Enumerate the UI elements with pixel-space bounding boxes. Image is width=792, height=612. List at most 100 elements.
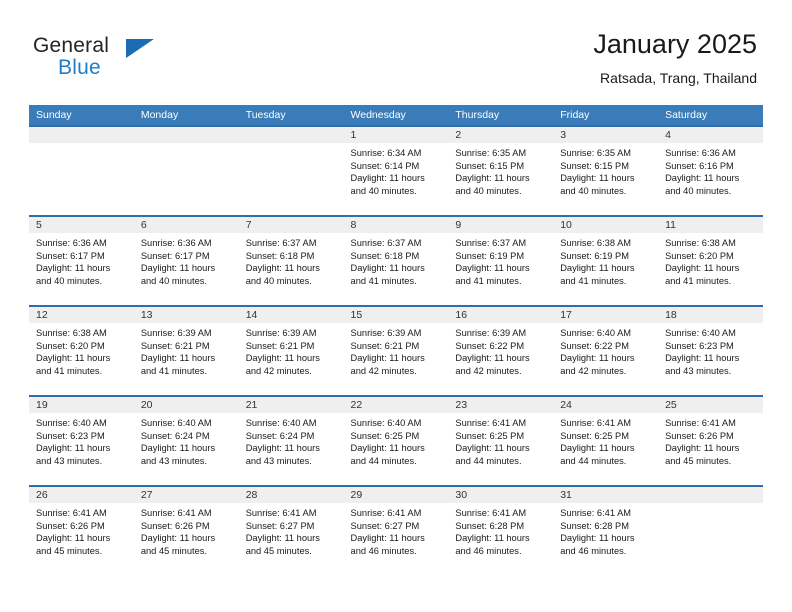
sunrise-time: Sunrise: 6:41 AM (665, 418, 736, 428)
sunrise-time: Sunrise: 6:39 AM (455, 328, 527, 338)
day-number: 21 (245, 399, 258, 411)
calendar-day-cell[interactable]: 8 Sunrise: 6:37 AM Sunset: 6:18 PM Daylight… (343, 215, 449, 305)
day-number: 11 (665, 219, 676, 231)
day-sun-info: Sunrise: 6:40 AM Sunset: 6:23 PM Daylight:… (658, 323, 763, 377)
sunrise-time: Sunrise: 6:40 AM (36, 418, 107, 428)
day-number: 25 (665, 399, 677, 411)
day-number-band: 14 (238, 307, 344, 323)
day-number: 23 (455, 399, 468, 411)
day-number: 10 (560, 219, 572, 231)
calendar-day-cell[interactable]: 6 Sunrise: 6:36 AM Sunset: 6:17 PM Daylight… (133, 215, 239, 305)
day-sun-info: Sunrise: 6:40 AM Sunset: 6:23 PM Daylight:… (29, 413, 134, 467)
day-sun-info: Sunrise: 6:38 AM Sunset: 6:20 PM Daylight:… (29, 323, 134, 377)
sunset-time: Sunset: 6:19 PM (455, 250, 525, 261)
daylight-duration-line2: and 45 minutes. (36, 545, 103, 556)
sunrise-time: Sunrise: 6:39 AM (350, 328, 422, 338)
calendar-day-cell[interactable]: 17 Sunrise: 6:40 AM Sunset: 6:22 PM Dayligh… (553, 305, 659, 395)
calendar-day-cell[interactable]: 25 Sunrise: 6:41 AM Sunset: 6:26 PM Dayligh… (658, 395, 763, 485)
day-number-band (29, 127, 134, 143)
day-number-band: 13 (133, 307, 239, 323)
day-sun-info: Sunrise: 6:40 AM Sunset: 6:22 PM Daylight:… (553, 323, 658, 377)
daylight-duration-line2: and 43 minutes. (665, 365, 732, 376)
calendar-day-cell[interactable]: 28 Sunrise: 6:41 AM Sunset: 6:27 PM Dayligh… (238, 485, 344, 575)
calendar-day-cell-empty (658, 485, 763, 575)
calendar-day-cell[interactable]: 1 Sunrise: 6:34 AM Sunset: 6:14 PM Daylight… (343, 125, 449, 215)
calendar-day-cell[interactable]: 9 Sunrise: 6:37 AM Sunset: 6:19 PM Daylight… (448, 215, 554, 305)
daylight-duration-line2: and 46 minutes. (350, 545, 417, 556)
daylight-duration-line2: and 45 minutes. (665, 455, 732, 466)
day-sun-info (239, 143, 344, 147)
calendar-day-cell[interactable]: 24 Sunrise: 6:41 AM Sunset: 6:25 PM Dayligh… (553, 395, 659, 485)
calendar-day-cell[interactable]: 29 Sunrise: 6:41 AM Sunset: 6:27 PM Dayligh… (343, 485, 449, 575)
sunrise-time: Sunrise: 6:40 AM (245, 418, 317, 428)
calendar-day-cell[interactable]: 30 Sunrise: 6:41 AM Sunset: 6:28 PM Dayligh… (448, 485, 554, 575)
calendar-day-cell[interactable]: 7 Sunrise: 6:37 AM Sunset: 6:18 PM Daylight… (238, 215, 344, 305)
sunrise-time: Sunrise: 6:38 AM (665, 238, 736, 248)
sunset-time: Sunset: 6:21 PM (140, 340, 210, 351)
daylight-duration-line2: and 41 minutes. (140, 365, 207, 376)
day-number: 20 (140, 399, 153, 411)
sunset-time: Sunset: 6:28 PM (455, 520, 525, 531)
calendar-day-cell[interactable]: 20 Sunrise: 6:40 AM Sunset: 6:24 PM Dayligh… (133, 395, 239, 485)
calendar-day-cell[interactable]: 10 Sunrise: 6:38 AM Sunset: 6:19 PM Dayligh… (553, 215, 659, 305)
calendar-day-cell[interactable]: 19 Sunrise: 6:40 AM Sunset: 6:23 PM Dayligh… (29, 395, 134, 485)
calendar-day-cell[interactable]: 12 Sunrise: 6:38 AM Sunset: 6:20 PM Dayligh… (29, 305, 134, 395)
calendar-day-cell[interactable]: 3 Sunrise: 6:35 AM Sunset: 6:15 PM Daylight… (553, 125, 659, 215)
daylight-duration-line2: and 45 minutes. (245, 545, 312, 556)
day-sun-info: Sunrise: 6:39 AM Sunset: 6:21 PM Daylight:… (134, 323, 239, 377)
day-number-band: 28 (238, 487, 344, 503)
day-sun-info: Sunrise: 6:34 AM Sunset: 6:14 PM Daylight:… (344, 143, 449, 197)
calendar-day-cell[interactable]: 26 Sunrise: 6:41 AM Sunset: 6:26 PM Dayligh… (29, 485, 134, 575)
daylight-duration-line1: Daylight: 11 hours (455, 533, 530, 544)
day-number-band: 8 (343, 217, 449, 233)
calendar-day-cell[interactable]: 21 Sunrise: 6:40 AM Sunset: 6:24 PM Dayligh… (238, 395, 344, 485)
calendar-day-cell[interactable]: 5 Sunrise: 6:36 AM Sunset: 6:17 PM Daylight… (29, 215, 134, 305)
sunrise-time: Sunrise: 6:40 AM (350, 418, 422, 428)
day-number-band: 30 (448, 487, 554, 503)
day-number-band: 20 (133, 397, 239, 413)
day-sun-info: Sunrise: 6:38 AM Sunset: 6:20 PM Daylight:… (658, 233, 763, 287)
brand-name-blue: Blue (58, 56, 101, 79)
calendar-day-cell[interactable]: 13 Sunrise: 6:39 AM Sunset: 6:21 PM Dayligh… (133, 305, 239, 395)
calendar-day-cell[interactable]: 16 Sunrise: 6:39 AM Sunset: 6:22 PM Dayligh… (448, 305, 554, 395)
day-number-band: 6 (133, 217, 239, 233)
day-sun-info: Sunrise: 6:41 AM Sunset: 6:26 PM Daylight:… (29, 503, 134, 557)
calendar-day-cell-empty (133, 125, 239, 215)
calendar-day-cell[interactable]: 18 Sunrise: 6:40 AM Sunset: 6:23 PM Dayligh… (658, 305, 763, 395)
day-sun-info: Sunrise: 6:40 AM Sunset: 6:24 PM Daylight:… (239, 413, 344, 467)
calendar-day-cell[interactable]: 4 Sunrise: 6:36 AM Sunset: 6:16 PM Daylight… (658, 125, 763, 215)
daylight-duration-line1: Daylight: 11 hours (665, 263, 740, 274)
day-number: 14 (245, 309, 258, 321)
page-title: January 2025 (593, 29, 757, 59)
sunrise-time: Sunrise: 6:37 AM (455, 238, 527, 248)
daylight-duration-line1: Daylight: 11 hours (36, 353, 111, 364)
day-number: 29 (350, 489, 363, 501)
daylight-duration-line2: and 43 minutes. (245, 455, 312, 466)
day-sun-info: Sunrise: 6:39 AM Sunset: 6:22 PM Daylight:… (448, 323, 553, 377)
sunrise-time: Sunrise: 6:38 AM (36, 328, 107, 338)
daylight-duration-line1: Daylight: 11 hours (245, 443, 320, 454)
sunset-time: Sunset: 6:27 PM (350, 520, 420, 531)
day-number: 4 (665, 129, 671, 141)
weekday-header-sunday: Sunday (36, 109, 72, 121)
weekday-header-saturday: Saturday (665, 109, 708, 121)
calendar-day-cell[interactable]: 2 Sunrise: 6:35 AM Sunset: 6:15 PM Daylight… (448, 125, 554, 215)
day-sun-info: Sunrise: 6:41 AM Sunset: 6:26 PM Daylight:… (134, 503, 239, 557)
day-sun-info: Sunrise: 6:40 AM Sunset: 6:24 PM Daylight:… (134, 413, 239, 467)
day-number-band: 29 (343, 487, 449, 503)
day-sun-info: Sunrise: 6:40 AM Sunset: 6:25 PM Daylight:… (344, 413, 449, 467)
calendar-day-cell[interactable]: 22 Sunrise: 6:40 AM Sunset: 6:25 PM Dayligh… (343, 395, 449, 485)
calendar-day-cell[interactable]: 14 Sunrise: 6:39 AM Sunset: 6:21 PM Dayligh… (238, 305, 344, 395)
day-sun-info (134, 143, 239, 147)
calendar-day-cell[interactable]: 23 Sunrise: 6:41 AM Sunset: 6:25 PM Dayligh… (448, 395, 554, 485)
day-sun-info: Sunrise: 6:41 AM Sunset: 6:25 PM Daylight:… (553, 413, 658, 467)
brand-logo[interactable]: General Blue (33, 34, 233, 84)
sunrise-time: Sunrise: 6:35 AM (455, 148, 527, 158)
day-sun-info: Sunrise: 6:41 AM Sunset: 6:27 PM Daylight:… (239, 503, 344, 557)
calendar-day-cell[interactable]: 31 Sunrise: 6:41 AM Sunset: 6:28 PM Dayligh… (553, 485, 659, 575)
daylight-duration-line2: and 45 minutes. (140, 545, 207, 556)
day-sun-info: Sunrise: 6:37 AM Sunset: 6:18 PM Daylight:… (344, 233, 449, 287)
calendar-day-cell[interactable]: 27 Sunrise: 6:41 AM Sunset: 6:26 PM Dayligh… (133, 485, 239, 575)
calendar-day-cell[interactable]: 11 Sunrise: 6:38 AM Sunset: 6:20 PM Dayligh… (658, 215, 763, 305)
calendar-day-cell[interactable]: 15 Sunrise: 6:39 AM Sunset: 6:21 PM Dayligh… (343, 305, 449, 395)
